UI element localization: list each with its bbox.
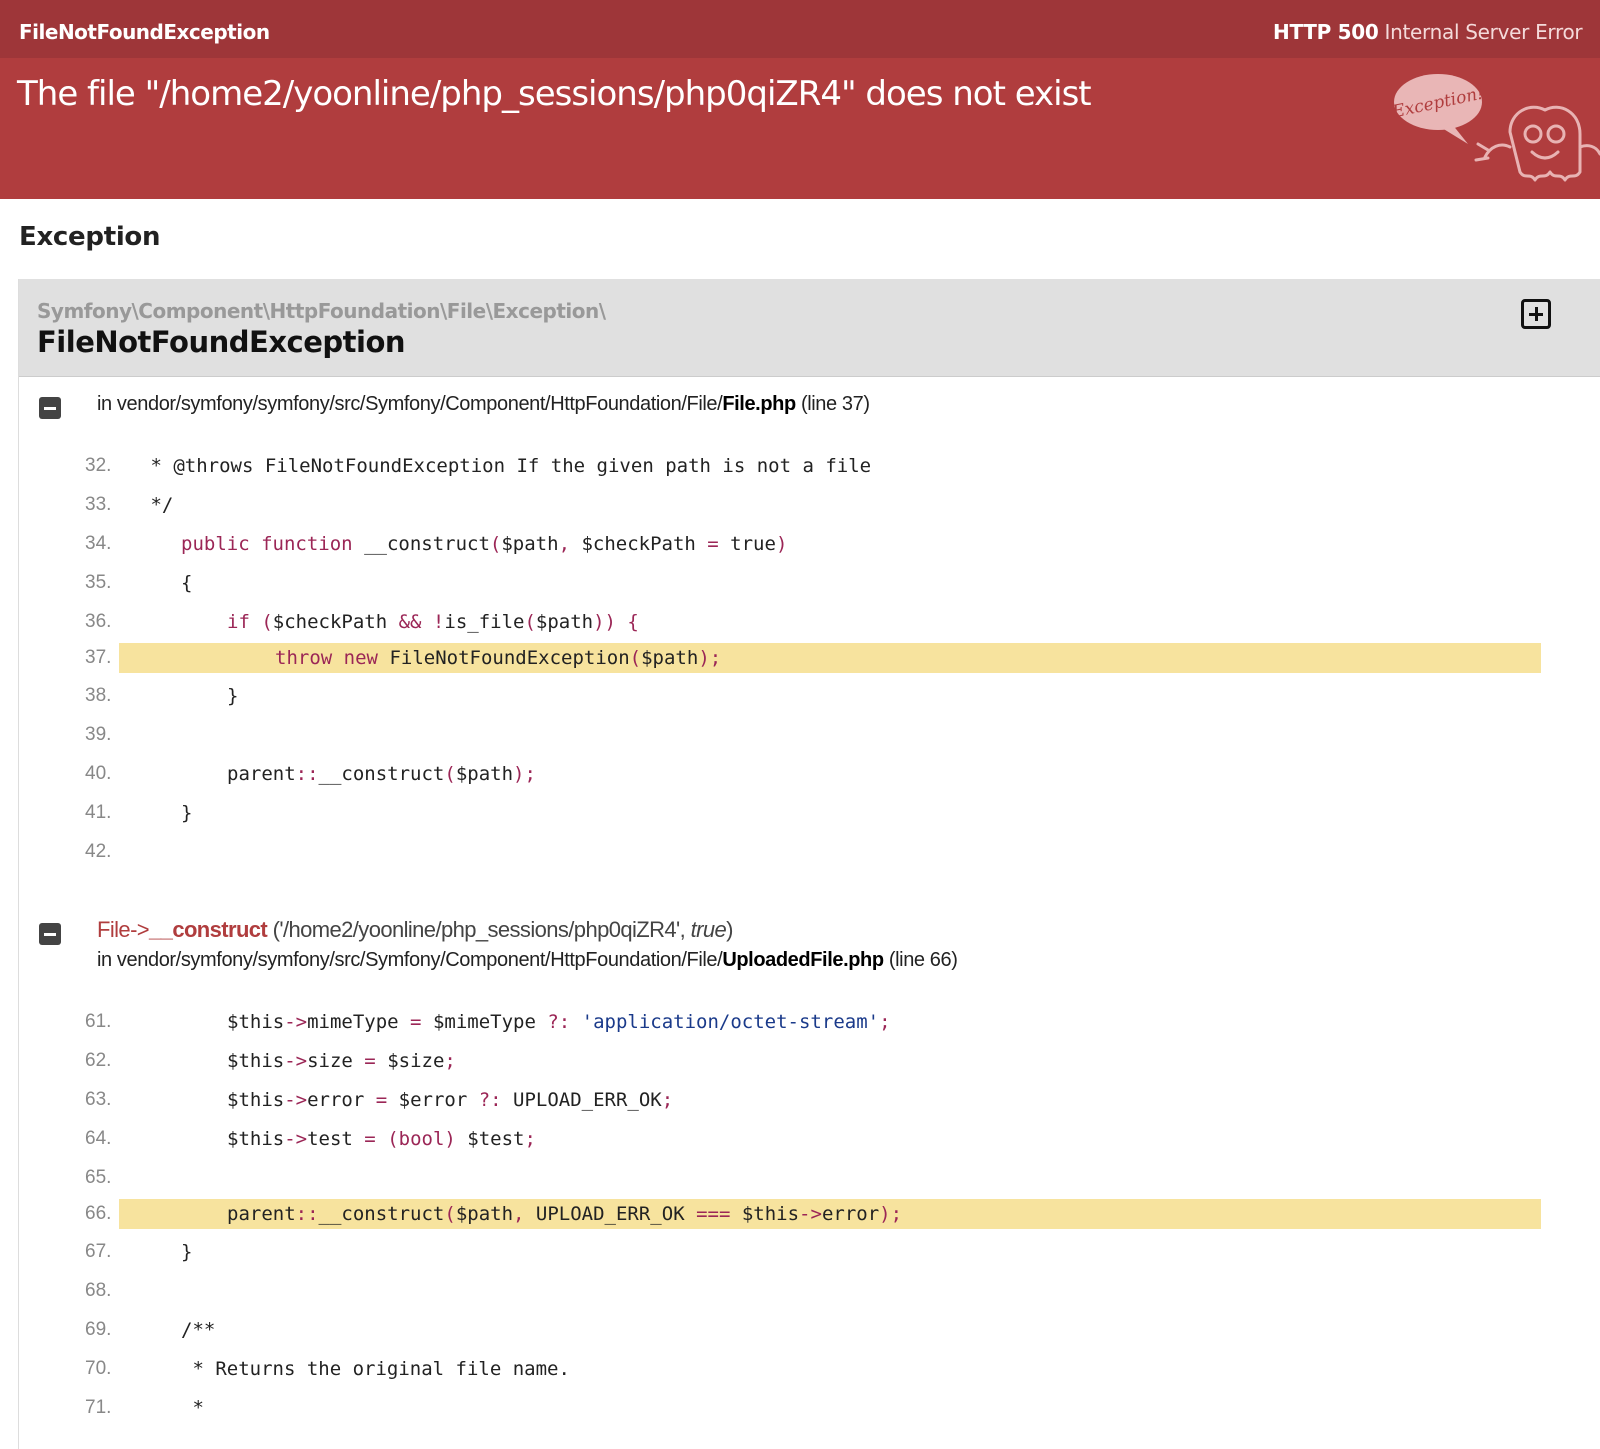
- code-line: 70. * Returns the original file name.: [85, 1358, 570, 1380]
- trace-location: in vendor/symfony/symfony/src/Symfony/Co…: [97, 393, 870, 415]
- code-line: 42.: [85, 841, 112, 862]
- http-status-code: HTTP 500: [1273, 20, 1379, 44]
- trace-file: File.php: [722, 393, 796, 415]
- code-line: 65.: [85, 1167, 112, 1188]
- code-line: 67.}: [85, 1241, 193, 1263]
- exception-message: The file "/home2/yoonline/php_sessions/p…: [17, 74, 1092, 114]
- code-line: 63. $this->error = $error ?: UPLOAD_ERR_O…: [85, 1089, 674, 1111]
- trace-location: in vendor/symfony/symfony/src/Symfony/Co…: [97, 949, 958, 971]
- code-line: 40. parent::__construct($path);: [85, 763, 536, 785]
- code-line: 36. if ($checkPath && !is_file($path)) {: [85, 611, 639, 633]
- trace-method: __construct: [149, 917, 268, 942]
- highlighted-code-line: 66. parent::__construct($path, UPLOAD_ERR…: [19, 1199, 1600, 1229]
- trace-call: File->__construct ('/home2/yoonline/php_…: [97, 917, 733, 942]
- code-line: 38.}: [85, 685, 239, 707]
- exception-panel: Symfony\Component\HttpFoundation\File\Ex…: [18, 279, 1600, 1449]
- code-line: 71. *: [85, 1397, 204, 1419]
- minus-square-icon[interactable]: [39, 923, 61, 945]
- code-line: 64. $this->test = (bool) $test;: [85, 1128, 536, 1150]
- code-line: 39.: [85, 724, 112, 745]
- code-line: 32. * @throws FileNotFoundException If t…: [85, 455, 872, 477]
- code-line: 62. $this->size = $size;: [85, 1050, 456, 1072]
- highlighted-code-line: 37. throw new FileNotFoundException($path…: [19, 643, 1600, 673]
- exception-message-header: The file "/home2/yoonline/php_sessions/p…: [0, 58, 1600, 199]
- minus-square-icon[interactable]: [39, 397, 61, 419]
- exception-class: FileNotFoundException: [37, 325, 406, 359]
- code-line: 61. $this->mimeType = $mimeType ?: 'appli…: [85, 1011, 891, 1033]
- exception-panel-header: Symfony\Component\HttpFoundation\File\Ex…: [19, 279, 1600, 377]
- top-bar: FileNotFoundException HTTP 500 Internal …: [0, 0, 1600, 58]
- exception-namespace: Symfony\Component\HttpFoundation\File\Ex…: [37, 299, 606, 323]
- code-line: 33. */: [85, 494, 174, 516]
- code-line: 69./**: [85, 1319, 216, 1341]
- code-line: 34. public function __construct($path, $c…: [85, 533, 788, 555]
- plus-square-icon[interactable]: [1521, 299, 1551, 329]
- exception-short-name: FileNotFoundException: [19, 20, 270, 44]
- code-line: 41.}: [85, 802, 193, 824]
- http-status-text: Internal Server Error: [1384, 20, 1583, 44]
- http-status: HTTP 500 Internal Server Error: [1273, 20, 1583, 44]
- section-title: Exception: [19, 222, 161, 252]
- trace-file: UploadedFile.php: [722, 949, 884, 971]
- ghost-icon: Exception!: [1390, 74, 1600, 182]
- code-line: 35.{: [85, 572, 193, 594]
- code-line: 68.: [85, 1280, 112, 1301]
